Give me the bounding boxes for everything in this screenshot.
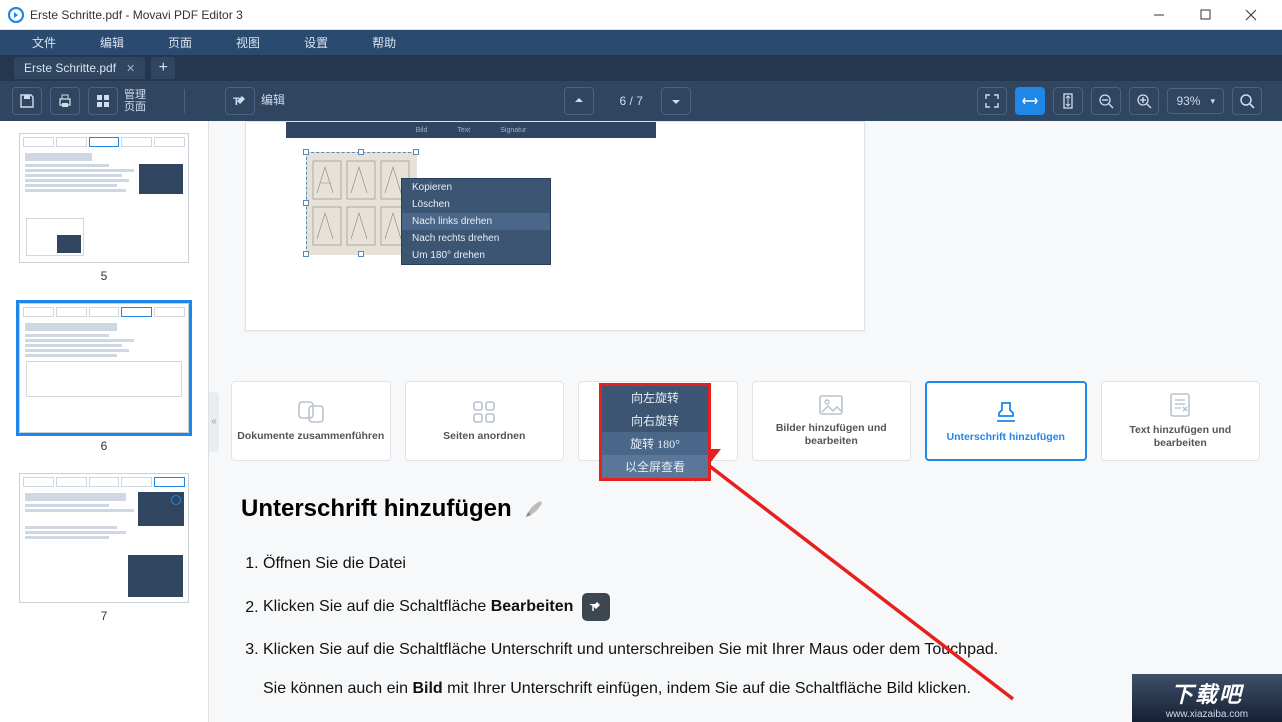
rotate-180-item[interactable]: 旋转 180° [602, 432, 708, 455]
fit-page-button[interactable] [1053, 87, 1083, 115]
steps-list: Öffnen Sie die Datei Klicken Sie auf die… [241, 553, 1222, 662]
menu-settings[interactable]: 设置 [282, 34, 350, 51]
step-3: Klicken Sie auf die Schaltfläche Untersc… [263, 639, 1222, 661]
step-2: Klicken Sie auf die Schaltfläche Bearbei… [263, 593, 1222, 621]
grid-icon [88, 87, 118, 115]
edit-icon: T [225, 87, 255, 115]
strip-label: Bild [416, 127, 428, 134]
tile-add-text[interactable]: Text hinzufügen und bearbeiten [1101, 381, 1261, 461]
fullscreen-button[interactable] [977, 87, 1007, 115]
strip-label: Text [457, 127, 470, 134]
window-title: Erste Schritte.pdf - Movavi PDF Editor 3 [30, 8, 1136, 22]
divider [184, 89, 185, 113]
minimize-button[interactable] [1136, 0, 1182, 30]
strip-label: Signatur [500, 127, 526, 134]
thumb-number: 6 [101, 439, 108, 453]
tool-tiles: Dokumente zusammenführen Seiten anordnen… [231, 381, 1260, 461]
thumbnail-7[interactable]: 7 [0, 473, 208, 623]
tile-add-signature[interactable]: Unterschrift hinzufügen [925, 381, 1087, 461]
maximize-button[interactable] [1182, 0, 1228, 30]
fit-width-button[interactable] [1015, 87, 1045, 115]
document-view: Bild Text Signatur [209, 121, 1282, 722]
prev-page-button[interactable] [564, 87, 594, 115]
manage-pages-group[interactable]: 管理页面 [88, 87, 146, 115]
ctx-rotate-left[interactable]: Nach links drehen [402, 213, 550, 230]
tab-bar: Erste Schritte.pdf ✕ + [0, 55, 1282, 81]
close-button[interactable] [1228, 0, 1274, 30]
menu-file[interactable]: 文件 [10, 34, 78, 51]
selected-image[interactable] [306, 152, 416, 254]
save-button[interactable] [12, 87, 42, 115]
thumb-number: 5 [101, 269, 108, 283]
watermark: 下载吧 www.xiazaiba.com [1132, 674, 1282, 722]
edit-label: 编辑 [261, 94, 285, 107]
menu-page[interactable]: 页面 [146, 34, 214, 51]
menu-view[interactable]: 视图 [214, 34, 282, 51]
arrange-icon [472, 400, 496, 424]
thumb-number: 7 [101, 609, 108, 623]
thumbnail-6[interactable]: 6 [0, 303, 208, 453]
step-1: Öffnen Sie die Datei [263, 553, 1222, 575]
tab-label: Erste Schritte.pdf [24, 61, 116, 75]
tile-label: Bilder hinzufügen und bearbeiten [753, 422, 911, 447]
rotate-right-item[interactable]: 向右旋转 [602, 409, 708, 432]
step-3-note: Sie können auch ein Bild mit Ihrer Unter… [263, 680, 1222, 698]
search-button[interactable] [1232, 87, 1262, 115]
menu-edit[interactable]: 编辑 [78, 34, 146, 51]
new-tab-button[interactable]: + [151, 57, 175, 79]
sidebar-collapse-handle[interactable]: « [209, 392, 219, 452]
watermark-text: 下载吧 [1171, 677, 1243, 709]
rotate-left-item[interactable]: 向左旋转 [602, 386, 708, 409]
tile-arrange-pages[interactable]: Seiten anordnen [405, 381, 565, 461]
ctx-copy[interactable]: Kopieren [402, 179, 550, 196]
thumbnail-5[interactable]: 5 [0, 133, 208, 283]
pen-icon [522, 497, 546, 521]
thumbnail-sidebar: 5 6 7 [0, 121, 209, 722]
tool-strip: Bild Text Signatur [286, 122, 656, 138]
ctx-rotate-180[interactable]: Um 180° drehen [402, 247, 550, 264]
window-controls [1136, 0, 1274, 30]
tile-label: Text hinzufügen und bearbeiten [1102, 424, 1260, 449]
edit-mode-group[interactable]: T 编辑 [225, 87, 285, 115]
next-page-button[interactable] [661, 87, 691, 115]
ctx-rotate-right[interactable]: Nach rechts drehen [402, 230, 550, 247]
edit-key-icon: T [582, 593, 610, 621]
merge-icon [297, 400, 325, 424]
content-section: Unterschrift hinzufügen Öffnen Sie die D… [241, 495, 1222, 698]
tile-add-images[interactable]: Bilder hinzufügen und bearbeiten [752, 381, 912, 461]
image-icon [818, 394, 844, 416]
toolbar: 管理页面 T 编辑 6 / 7 93% ▾ [0, 81, 1282, 121]
text-icon [1168, 392, 1192, 418]
menu-bar: 文件 编辑 页面 视图 设置 帮助 [0, 30, 1282, 55]
app-icon [8, 7, 24, 23]
document-tab[interactable]: Erste Schritte.pdf ✕ [14, 57, 145, 79]
tile-label: Seiten anordnen [443, 430, 525, 443]
rotate-overlay-menu: 向左旋转 向右旋转 旋转 180° 以全屏查看 [599, 383, 711, 481]
tile-merge-documents[interactable]: Dokumente zusammenführen [231, 381, 391, 461]
zoom-in-button[interactable] [1129, 87, 1159, 115]
tile-label: Dokumente zusammenführen [237, 430, 384, 443]
manage-pages-label: 管理页面 [124, 89, 146, 113]
heading-text: Unterschrift hinzufügen [241, 495, 512, 523]
page-indicator: 6 / 7 [620, 94, 643, 108]
print-button[interactable] [50, 87, 80, 115]
stamp-icon [993, 399, 1019, 425]
menu-help[interactable]: 帮助 [350, 34, 418, 51]
image-context-menu: Kopieren Löschen Nach links drehen Nach … [401, 178, 551, 265]
section-heading: Unterschrift hinzufügen [241, 495, 1222, 523]
view-fullscreen-item[interactable]: 以全屏查看 [602, 455, 708, 478]
tile-label: Unterschrift hinzufügen [947, 431, 1065, 444]
document-preview-card: Bild Text Signatur [245, 121, 865, 331]
zoom-value: 93% [1176, 94, 1200, 108]
watermark-url: www.xiazaiba.com [1166, 709, 1248, 720]
zoom-select[interactable]: 93% ▾ [1167, 88, 1224, 114]
title-bar: Erste Schritte.pdf - Movavi PDF Editor 3 [0, 0, 1282, 30]
zoom-out-button[interactable] [1091, 87, 1121, 115]
chevron-down-icon: ▾ [1210, 96, 1215, 107]
tab-close-icon[interactable]: ✕ [126, 62, 135, 75]
ctx-delete[interactable]: Löschen [402, 196, 550, 213]
